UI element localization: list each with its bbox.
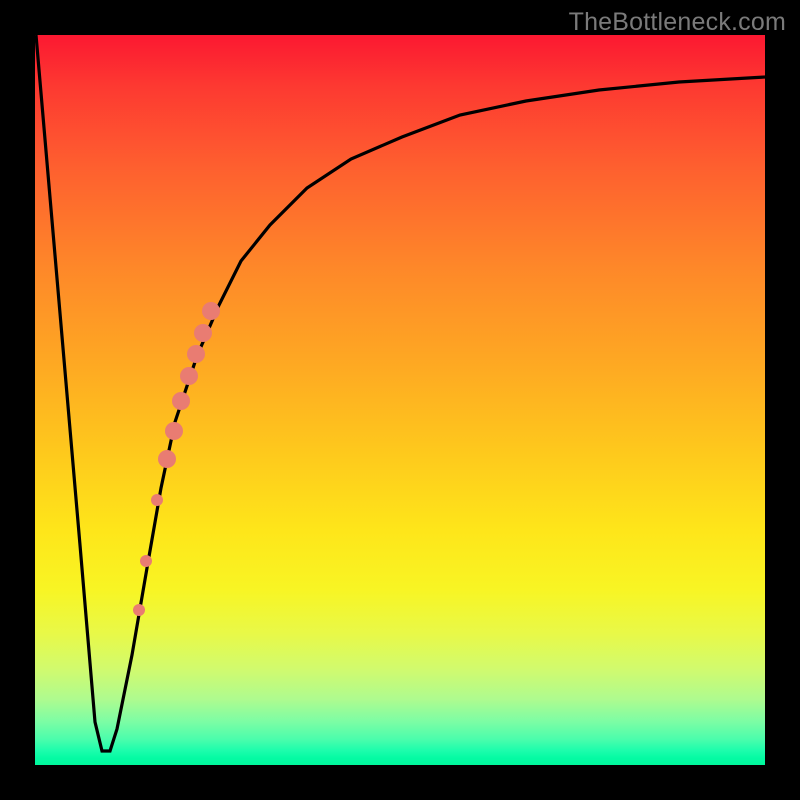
curve-layer xyxy=(35,35,765,765)
chart-frame: TheBottleneck.com xyxy=(0,0,800,800)
plot-area xyxy=(35,35,765,765)
bottleneck-curve xyxy=(36,35,765,751)
watermark-text: TheBottleneck.com xyxy=(569,8,786,37)
